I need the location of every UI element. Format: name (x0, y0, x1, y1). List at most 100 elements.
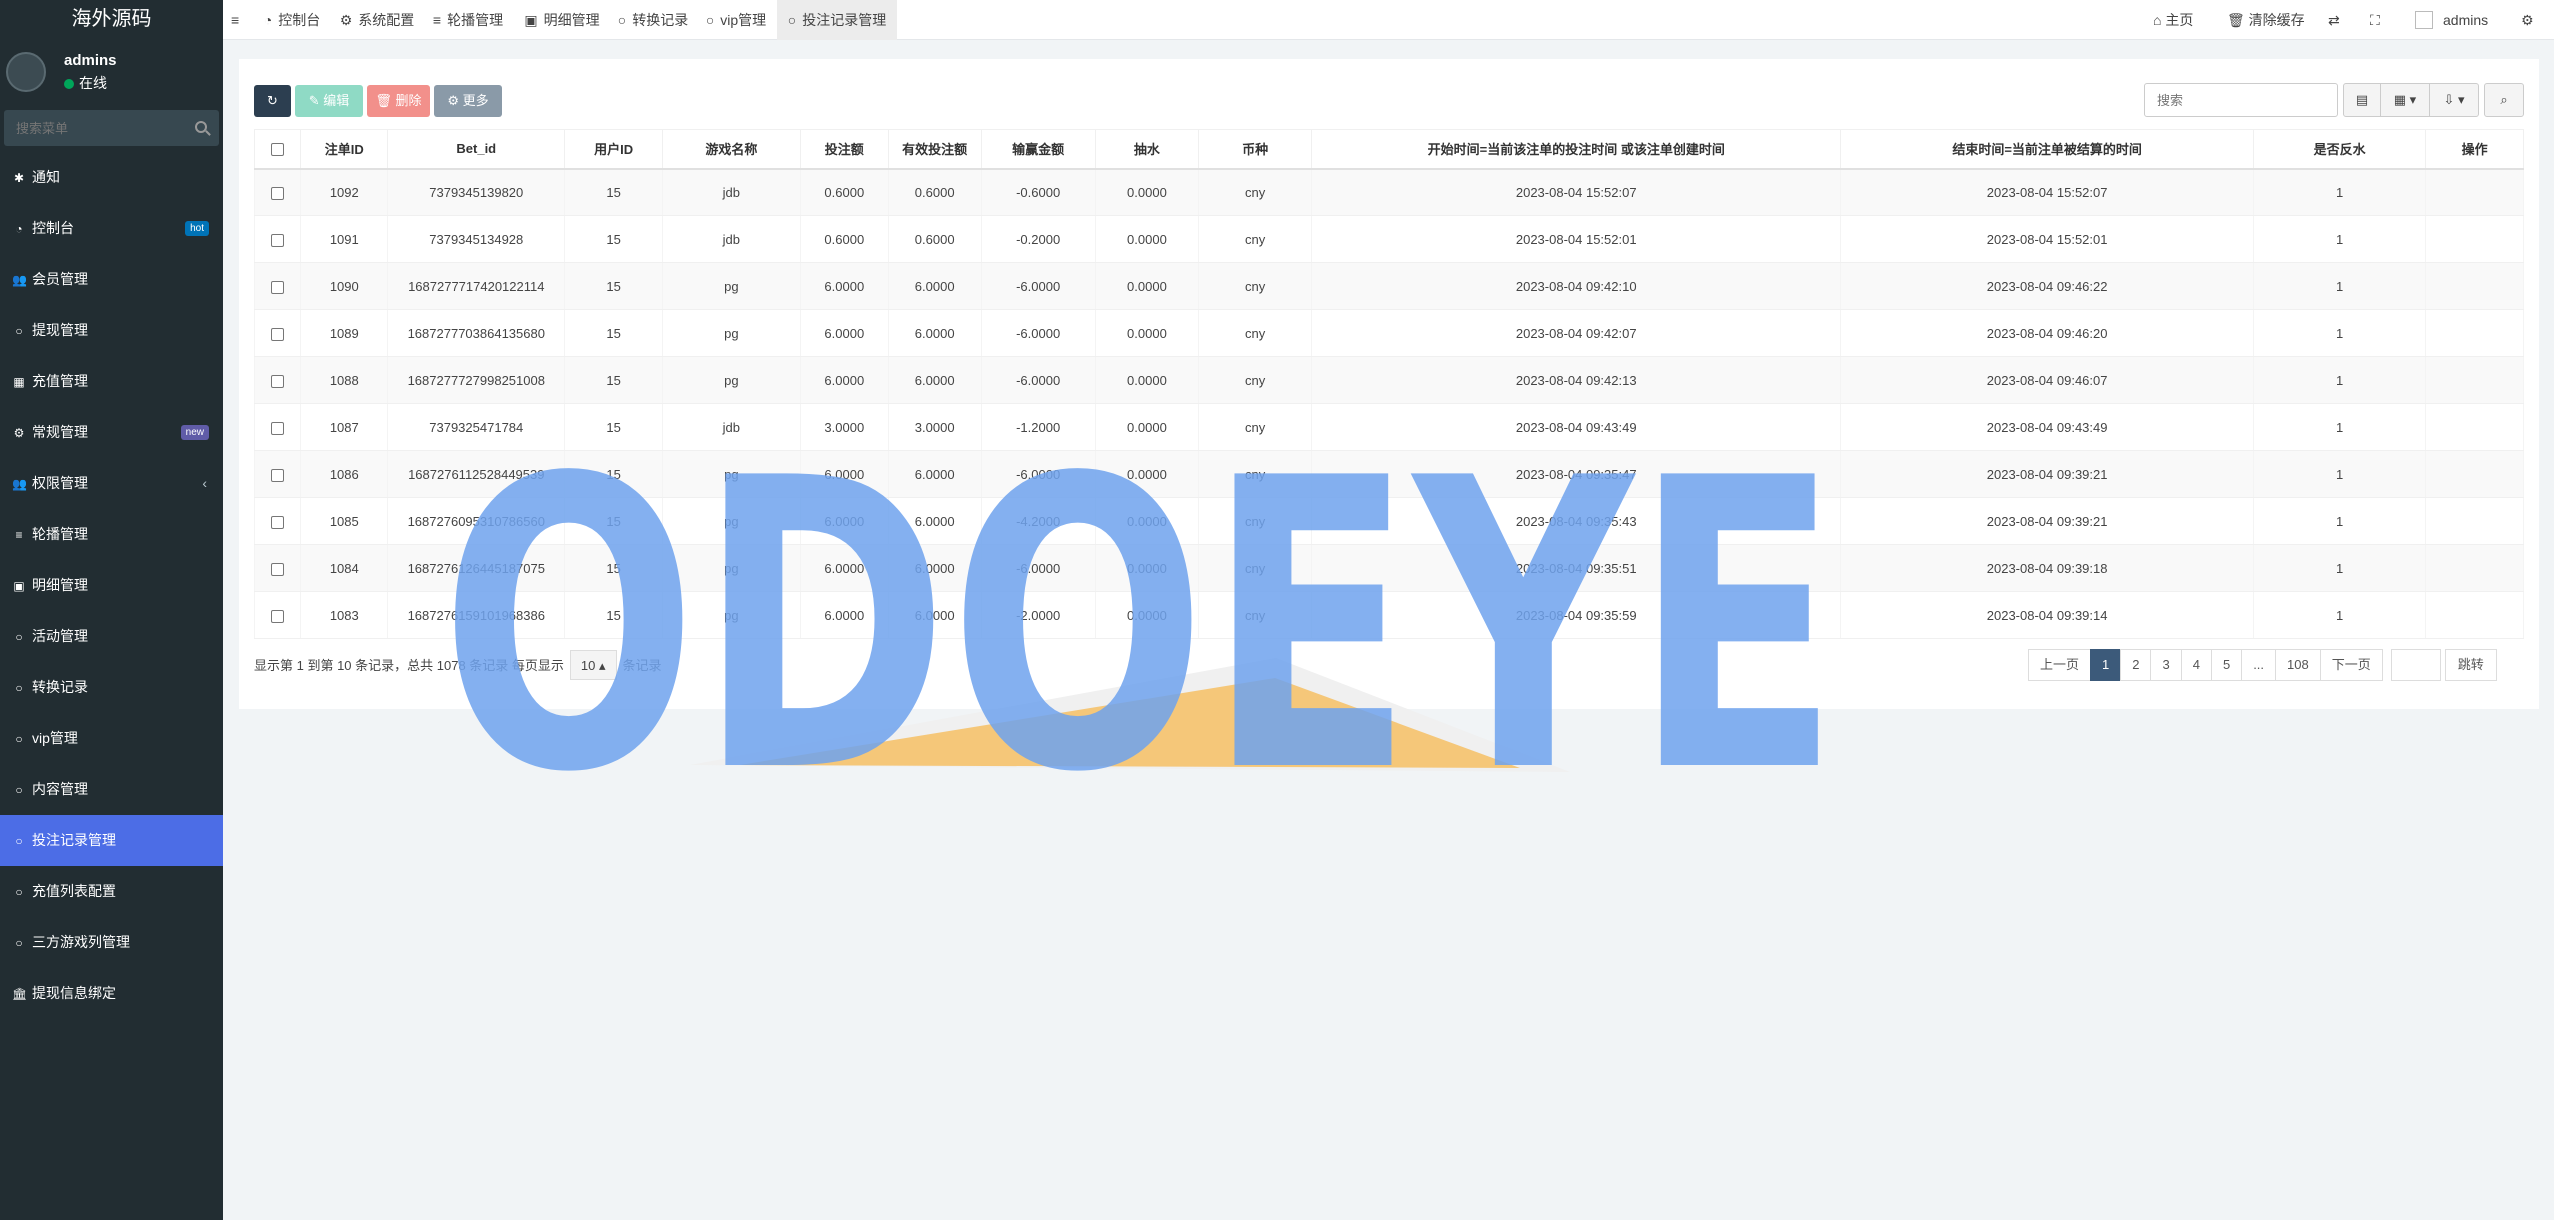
row-select-cell (253, 215, 302, 263)
page-link[interactable]: 4 (2180, 649, 2212, 681)
sidebar-item-16[interactable]: 🏛 提现信息绑定 (0, 968, 223, 1019)
column-header[interactable]: Bet_id (387, 129, 566, 170)
jump-button[interactable]: 跳转 (2444, 649, 2497, 681)
column-header[interactable]: 用户ID (564, 129, 663, 170)
column-header[interactable]: 是否反水 (2252, 129, 2427, 170)
table-row[interactable]: 1084 1687276126445187075 15 pg 6.0000 6.0000-… (253, 544, 2524, 592)
row-checkbox[interactable] (271, 515, 285, 529)
language-icon[interactable]: ⇄ (2328, 0, 2340, 40)
row-checkbox[interactable] (271, 327, 285, 341)
row-checkbox[interactable] (271, 609, 285, 623)
page-link[interactable]: 上一页 (2028, 649, 2092, 681)
clear-cache-link[interactable]: 🗑 清除缓存 (2227, 0, 2305, 40)
online-dot-icon (64, 79, 74, 89)
sidebar-item-9[interactable]: ○ 活动管理 (0, 611, 223, 662)
table-row[interactable]: 1087 7379325471784 15 jdb 3.0000 3.0000 -1.200… (253, 403, 2524, 451)
tab-2[interactable]: ≡ 轮播管理 (423, 0, 513, 40)
sidebar-item-11[interactable]: ○ vip管理 (0, 713, 223, 764)
export-button[interactable]: ⇩ ▾ (2429, 83, 2479, 117)
sidebar-item-7[interactable]: ≡ 轮播管理 (0, 509, 223, 560)
fullscreen-icon[interactable]: ⛶ (2370, 0, 2380, 40)
page-link[interactable]: 下一页 (2319, 649, 2383, 681)
row-checkbox[interactable] (271, 186, 285, 200)
page-link[interactable]: 1 (2090, 649, 2122, 681)
column-header[interactable]: 游戏名称 (661, 129, 801, 170)
table-cell: 1 (2252, 356, 2427, 404)
table-row[interactable]: 1089 1687277703864135680 15 pg 6.0000 6.0000-… (253, 309, 2524, 357)
page-link[interactable]: 5 (2210, 649, 2243, 681)
tab-4[interactable]: ○ 转换记录 (611, 0, 695, 40)
table-row[interactable]: 1086 1687276112528449539 15 pg 6.0000 6.0000-… (253, 450, 2524, 498)
column-header[interactable]: 输赢金额 (980, 129, 1096, 170)
brand-logo[interactable]: 海外源码 (0, 0, 223, 40)
table-search-input[interactable] (2144, 83, 2338, 117)
row-checkbox[interactable] (271, 421, 285, 435)
sidebar-item-14[interactable]: ○ 充值列表配置 (0, 866, 223, 917)
sidebar-item-6[interactable]: 👥 权限管理 ‹ (0, 458, 223, 509)
settings-icon[interactable]: ⚙ (2521, 0, 2534, 40)
column-header[interactable]: 操作 (2425, 129, 2524, 170)
sidebar-search-input[interactable] (4, 110, 219, 146)
advanced-search-button[interactable]: ⌕ (2484, 83, 2524, 117)
delete-button[interactable]: 🗑 删除 (367, 85, 430, 117)
home-link[interactable]: ⌂ 主页 (2153, 0, 2193, 40)
table-row[interactable]: 1088 1687277727998251008 15 pg 6.0000 6.0000-… (253, 356, 2524, 404)
row-checkbox[interactable] (271, 562, 285, 576)
table-cell: cny (1198, 403, 1313, 451)
user-menu[interactable]: admins (2415, 0, 2488, 40)
sidebar-item-12[interactable]: ○ 内容管理 (0, 764, 223, 815)
sidebar-item-15[interactable]: ○ 三方游戏列管理 (0, 917, 223, 968)
column-header[interactable]: 有效投注额 (887, 129, 982, 170)
more-button[interactable]: ⚙ 更多 (434, 85, 502, 117)
table-row[interactable]: 1085 1687276095310786560 15 pg 6.0000 6.0000-… (253, 497, 2524, 545)
search-icon: ⌕ (2500, 92, 2508, 107)
sidebar-item-label: 三方游戏列管理 (32, 934, 130, 950)
tab-1[interactable]: ⚙ 系统配置 (335, 0, 419, 40)
circle-icon: ○ (15, 834, 23, 848)
row-checkbox[interactable] (271, 374, 285, 388)
jump-page-input[interactable] (2390, 649, 2441, 681)
select-all-checkbox[interactable] (271, 143, 285, 157)
page-link[interactable]: 3 (2150, 649, 2182, 681)
column-header[interactable]: 币种 (1198, 129, 1313, 170)
sidebar-item-1[interactable]: ◔ 控制台 hot (0, 203, 223, 254)
edit-button[interactable]: ✎ 编辑 (295, 85, 363, 117)
sidebar-item-5[interactable]: ⚙ 常规管理 new (0, 407, 223, 458)
page-link[interactable]: 2 (2120, 649, 2152, 681)
sidebar-item-2[interactable]: 👥 会员管理 (0, 254, 223, 305)
column-header[interactable]: 开始时间=当前该注单的投注时间 或该注单创建时间 (1311, 129, 1842, 170)
toggle-view-button[interactable]: ▤ (2343, 83, 2381, 117)
column-header[interactable]: 投注额 (799, 129, 889, 170)
tab-0[interactable]: ◔ 控制台 (253, 0, 331, 40)
table-cell: 0.6000 (799, 215, 889, 263)
sidebar-item-3[interactable]: ○ 提现管理 (0, 305, 223, 356)
column-header[interactable]: 注单ID (300, 129, 389, 170)
table-cell (2425, 591, 2524, 639)
sidebar-item-10[interactable]: ○ 转换记录 (0, 662, 223, 713)
column-header[interactable]: 抽水 (1094, 129, 1200, 170)
table-row[interactable]: 1083 1687276159101968386 15 pg 6.0000 6.0000-… (253, 591, 2524, 639)
table-row[interactable]: 1091 7379345134928 15 jdb 0.6000 0.6000 -0.200… (253, 215, 2524, 263)
tab-5[interactable]: ○ vip管理 (699, 0, 773, 40)
dashboard-icon: ◔ (15, 222, 23, 236)
row-select-cell (253, 403, 302, 451)
sidebar-item-4[interactable]: ▦ 充值管理 (0, 356, 223, 407)
row-checkbox[interactable] (271, 233, 285, 247)
tab-3[interactable]: ▣ 明细管理 (517, 0, 607, 40)
page-link[interactable]: 108 (2275, 649, 2321, 681)
menu-toggle-icon[interactable]: ≡ (231, 0, 239, 40)
row-checkbox[interactable] (271, 280, 285, 294)
refresh-button[interactable]: ↻ (254, 85, 291, 117)
sidebar-item-8[interactable]: ▣ 明细管理 (0, 560, 223, 611)
columns-button[interactable]: ▦ ▾ (2380, 83, 2430, 117)
page-size-select[interactable]: 10 ▴ (569, 650, 617, 680)
page-link[interactable]: ... (2241, 649, 2277, 681)
row-checkbox[interactable] (271, 468, 285, 482)
search-icon[interactable] (195, 121, 207, 133)
sidebar-item-0[interactable]: ✱ 通知 (0, 152, 223, 203)
table-row[interactable]: 1090 1687277717420122114 15 pg 6.0000 6.0000-… (253, 262, 2524, 310)
tab-6[interactable]: ○ 投注记录管理 (777, 0, 897, 40)
sidebar-item-13[interactable]: ○ 投注记录管理 (0, 815, 223, 866)
column-header[interactable]: 结束时间=当前注单被结算的时间 (1840, 129, 2254, 170)
table-row[interactable]: 1092 7379345139820 15 jdb 0.6000 0.6000 -0.600… (253, 168, 2524, 216)
